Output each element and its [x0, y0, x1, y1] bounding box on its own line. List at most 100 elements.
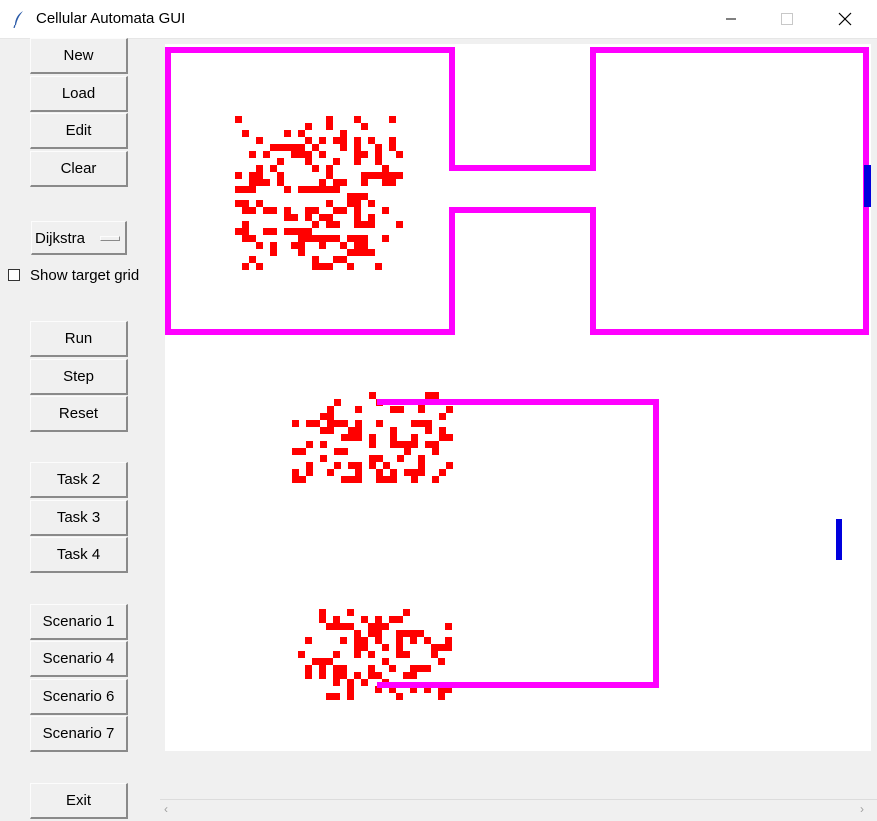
pedestrian-cell	[403, 609, 410, 616]
pedestrian-cell	[390, 469, 397, 476]
scenario-7-button[interactable]: Scenario 7	[30, 716, 128, 752]
pedestrian-cell	[354, 116, 361, 123]
pedestrian-cell	[340, 137, 347, 144]
pedestrian-cell	[425, 392, 432, 399]
pedestrian-cell	[291, 151, 298, 158]
pedestrian-cell	[319, 665, 326, 672]
pedestrian-cell	[432, 448, 439, 455]
pedestrian-cell	[313, 420, 320, 427]
pedestrian-cell	[355, 427, 362, 434]
edit-button[interactable]: Edit	[30, 113, 128, 149]
pedestrian-cell	[354, 151, 361, 158]
pedestrian-cell	[361, 221, 368, 228]
scroll-right-icon[interactable]: ›	[860, 802, 864, 816]
new-button[interactable]: New	[30, 38, 128, 74]
pedestrian-cell	[361, 235, 368, 242]
pedestrian-cell	[354, 221, 361, 228]
pedestrian-cell	[445, 644, 452, 651]
pedestrian-cell	[319, 179, 326, 186]
pedestrian-cell	[396, 172, 403, 179]
pedestrian-cell	[369, 455, 376, 462]
pedestrian-cell	[326, 235, 333, 242]
pedestrian-cell	[270, 165, 277, 172]
pedestrian-cell	[361, 249, 368, 256]
pedestrian-cell	[249, 151, 256, 158]
run-button[interactable]: Run	[30, 321, 128, 357]
pedestrian-cell	[417, 665, 424, 672]
pedestrian-cell	[340, 256, 347, 263]
task-4-button[interactable]: Task 4	[30, 537, 128, 573]
simulation-canvas[interactable]	[165, 44, 871, 751]
pedestrian-cell	[396, 644, 403, 651]
pedestrian-cell	[375, 158, 382, 165]
pedestrian-cell	[320, 441, 327, 448]
pedestrian-cell	[354, 637, 361, 644]
pedestrian-cell	[438, 658, 445, 665]
pedestrian-cell	[424, 637, 431, 644]
pedestrian-cell	[319, 242, 326, 249]
pedestrian-cell	[319, 609, 326, 616]
pedestrian-cell	[341, 434, 348, 441]
step-button[interactable]: Step	[30, 359, 128, 395]
pedestrian-cell	[368, 665, 375, 672]
pedestrian-cell	[298, 249, 305, 256]
pedestrian-cell	[368, 249, 375, 256]
task-3-button[interactable]: Task 3	[30, 500, 128, 536]
close-button[interactable]	[822, 0, 868, 38]
load-button[interactable]: Load	[30, 76, 128, 112]
pedestrian-cell	[256, 242, 263, 249]
pedestrian-cell	[298, 130, 305, 137]
pedestrian-cell	[298, 242, 305, 249]
pedestrian-cell	[432, 476, 439, 483]
pedestrian-cell	[446, 434, 453, 441]
pedestrian-cell	[396, 630, 403, 637]
pedestrian-cell	[445, 637, 452, 644]
pedestrian-cell	[369, 392, 376, 399]
maximize-button[interactable]	[764, 0, 810, 38]
pedestrian-cell	[368, 214, 375, 221]
pedestrian-cell	[305, 123, 312, 130]
horizontal-scrollbar[interactable]: ‹ ›	[160, 799, 877, 818]
pedestrian-cell	[249, 235, 256, 242]
title-bar: Cellular Automata GUI	[0, 0, 877, 39]
pedestrian-cell	[333, 221, 340, 228]
pedestrian-cell	[312, 235, 319, 242]
feather-icon	[13, 11, 23, 28]
pedestrian-cell	[305, 137, 312, 144]
pedestrian-cell	[291, 242, 298, 249]
pedestrian-cell	[432, 392, 439, 399]
pedestrian-cell	[354, 672, 361, 679]
pedestrian-cell	[319, 658, 326, 665]
pedestrian-cell	[333, 616, 340, 623]
pedestrian-cell	[263, 151, 270, 158]
pedestrian-cell	[438, 644, 445, 651]
reset-button[interactable]: Reset	[30, 396, 128, 432]
exit-button[interactable]: Exit	[30, 783, 128, 819]
pedestrian-cell	[375, 623, 382, 630]
scenario-4-button[interactable]: Scenario 4	[30, 641, 128, 677]
pedestrian-cell	[347, 193, 354, 200]
scenario-6-button[interactable]: Scenario 6	[30, 679, 128, 715]
show-target-grid-checkbox[interactable]	[8, 269, 20, 281]
minimize-button[interactable]	[708, 0, 754, 38]
pedestrian-cell	[410, 637, 417, 644]
scroll-left-icon[interactable]: ‹	[164, 802, 168, 816]
pedestrian-cell	[319, 151, 326, 158]
task-2-button[interactable]: Task 2	[30, 462, 128, 498]
pedestrian-cell	[333, 256, 340, 263]
scenario-1-button[interactable]: Scenario 1	[30, 604, 128, 640]
pedestrian-cell	[347, 249, 354, 256]
algorithm-dropdown[interactable]: Dijkstra	[31, 221, 127, 255]
pedestrian-cell	[333, 623, 340, 630]
clear-button[interactable]: Clear	[30, 151, 128, 187]
pedestrian-cell	[333, 235, 340, 242]
pedestrian-cell	[390, 441, 397, 448]
pedestrian-cell	[235, 200, 242, 207]
pedestrian-cell	[277, 172, 284, 179]
pedestrian-cell	[354, 193, 361, 200]
pedestrian-cell	[347, 686, 354, 693]
pedestrian-cell	[320, 455, 327, 462]
pedestrian-cell	[354, 144, 361, 151]
pedestrian-cell	[368, 623, 375, 630]
pedestrian-cell	[411, 420, 418, 427]
